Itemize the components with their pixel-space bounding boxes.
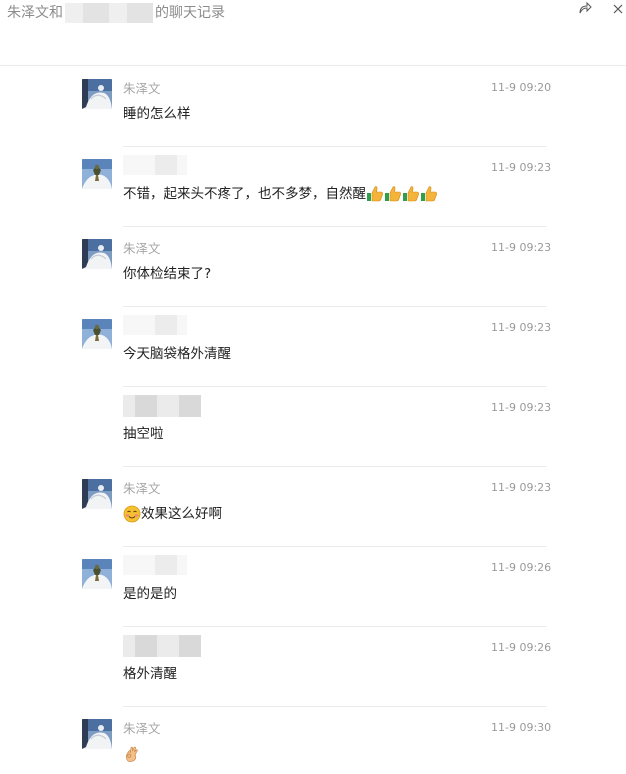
message-time: 11-9 09:23 xyxy=(491,241,552,254)
message-text: 你体检结束了? xyxy=(123,264,211,284)
message-text xyxy=(123,744,141,764)
message-item: 11-9 09:23 不错，起来头不疼了，也不多梦，自然醒 xyxy=(0,147,626,227)
sender-name: 朱泽文 xyxy=(123,81,161,96)
message-item: 朱泽文 11-9 09:23 你体检结束了? xyxy=(0,227,626,307)
message-item: 朱泽文 11-9 09:20 睡的怎么样 xyxy=(0,67,626,147)
message-text: 格外清醒 xyxy=(123,664,177,684)
message-item: 11-9 09:26 是的是的 xyxy=(0,547,626,627)
avatar[interactable] xyxy=(82,719,112,749)
message-time: 11-9 09:23 xyxy=(491,401,552,414)
redacted-sender-name xyxy=(123,555,187,577)
message-text: 今天脑袋格外清醒 xyxy=(123,344,231,364)
avatar[interactable] xyxy=(82,559,112,589)
message-time: 11-9 09:23 xyxy=(491,321,552,334)
message-time: 11-9 09:26 xyxy=(491,561,552,574)
message-body: 睡的怎么样 xyxy=(123,106,191,122)
message-time: 11-9 09:23 xyxy=(491,161,552,174)
ok-hand-icon xyxy=(123,745,141,763)
message-body: 今天脑袋格外清醒 xyxy=(123,346,231,362)
message-body: 你体检结束了? xyxy=(123,266,212,282)
message-text: 睡的怎么样 xyxy=(123,104,191,124)
close-button[interactable] xyxy=(610,1,626,17)
window-title-suffix: 的聊天记录 xyxy=(155,5,225,21)
message-text: 抽空啦 xyxy=(123,424,164,444)
message-time: 11-9 09:23 xyxy=(491,481,552,494)
smile-face-icon xyxy=(123,505,141,523)
title-bar: 朱泽文和 的聊天记录 xyxy=(0,0,626,66)
sender-name: 朱泽文 xyxy=(123,481,161,496)
avatar[interactable] xyxy=(82,319,112,349)
thumbs-up-icon xyxy=(420,185,438,203)
message-text: 效果这么好啊 xyxy=(123,504,222,524)
message-item: 朱泽文 11-9 09:30 xyxy=(0,707,626,774)
share-button[interactable] xyxy=(577,1,593,17)
message-time: 11-9 09:30 xyxy=(491,721,552,734)
message-time: 11-9 09:20 xyxy=(491,81,552,94)
thumbs-up-icon xyxy=(402,185,420,203)
redacted-sender-name xyxy=(123,635,201,657)
message-body: 是的是的 xyxy=(123,586,177,602)
message-item: 11-9 09:23 抽空啦 xyxy=(0,387,626,467)
close-icon xyxy=(612,0,624,19)
message-list[interactable]: 朱泽文 11-9 09:20 睡的怎么样 11-9 09:23 不错，起来头不疼了，也不… xyxy=(0,67,626,774)
thumbs-up-icon xyxy=(366,185,384,203)
message-text: 不错，起来头不疼了，也不多梦，自然醒 xyxy=(123,184,438,204)
chat-history-window: 朱泽文和 的聊天记录 朱泽文 11-9 09:20 睡的怎么样 11-9 09:… xyxy=(0,0,626,774)
message-item: 11-9 09:23 今天脑袋格外清醒 xyxy=(0,307,626,387)
window-title: 朱泽文和 的聊天记录 xyxy=(7,3,225,23)
message-text: 是的是的 xyxy=(123,584,177,604)
redacted-sender-name xyxy=(123,315,187,337)
message-item: 11-9 09:26 格外清醒 xyxy=(0,627,626,707)
share-icon xyxy=(578,0,592,19)
message-body: 抽空啦 xyxy=(123,426,164,442)
message-body: 效果这么好啊 xyxy=(141,506,222,522)
avatar[interactable] xyxy=(82,239,112,269)
message-time: 11-9 09:26 xyxy=(491,641,552,654)
redacted-sender-name xyxy=(123,395,201,417)
sender-name: 朱泽文 xyxy=(123,721,161,736)
message-body: 不错，起来头不疼了，也不多梦，自然醒 xyxy=(123,186,366,202)
redacted-name xyxy=(65,3,153,23)
avatar[interactable] xyxy=(82,159,112,189)
avatar[interactable] xyxy=(82,479,112,509)
window-title-prefix: 朱泽文和 xyxy=(7,5,63,21)
message-item: 朱泽文 11-9 09:23 效果这么好啊 xyxy=(0,467,626,547)
redacted-sender-name xyxy=(123,155,187,177)
avatar[interactable] xyxy=(82,79,112,109)
sender-name: 朱泽文 xyxy=(123,241,161,256)
thumbs-up-icon xyxy=(384,185,402,203)
message-body: 格外清醒 xyxy=(123,666,177,682)
